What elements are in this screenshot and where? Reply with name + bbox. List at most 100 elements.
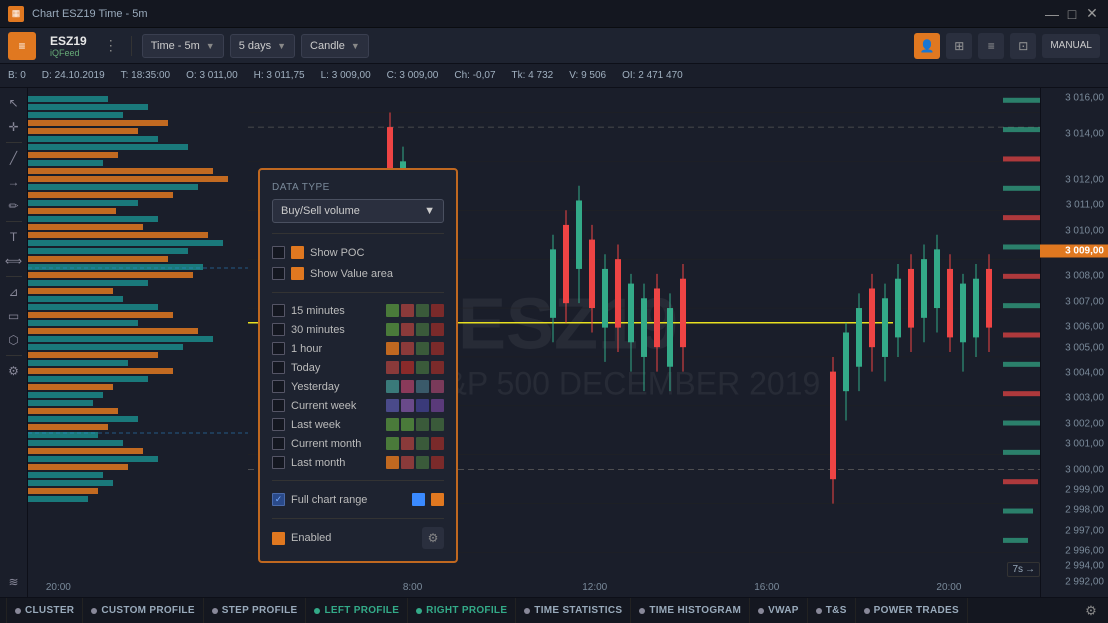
crosshair-tool[interactable]: ✛ [3,116,25,138]
right-profile-tab[interactable]: RIGHT PROFILE [408,598,516,623]
price-level: 2 994,00 [1065,561,1104,572]
dropdown-arrow-icon: ▼ [351,41,360,51]
pencil-tool[interactable]: ✏ [3,195,25,217]
price-level: 3 002,00 [1065,418,1104,429]
vwap-tab[interactable]: VWAP [750,598,808,623]
left-profile-label: LEFT PROFILE [324,605,399,616]
price-level: 3 010,00 [1065,225,1104,236]
value-area-color-swatch[interactable] [291,267,304,280]
text-tool[interactable]: T [3,226,25,248]
show-value-area-checkbox[interactable] [272,267,285,280]
last-month-row[interactable]: Last month [272,453,444,472]
rect-tool[interactable]: ▭ [3,305,25,327]
grid-button[interactable]: ⊞ [946,33,972,59]
time-histogram-label: TIME HISTOGRAM [649,605,741,616]
data-type-dropdown[interactable]: Buy/Sell volume ▼ [272,199,444,223]
oi-value: OI: 2 471 470 [622,70,683,81]
time-period-dropdown[interactable]: Time - 5m ▼ [142,34,224,58]
eraser-tool[interactable]: ⬡ [3,329,25,351]
zoom-tool[interactable]: ≋ [3,571,25,593]
enabled-color-swatch[interactable] [272,532,285,545]
layout-button[interactable]: ⊡ [1010,33,1036,59]
full-chart-label: Full chart range [291,494,406,506]
ch-value: Ch: -0,07 [454,70,495,81]
maximize-button[interactable]: □ [1064,6,1080,22]
right-profile-label: RIGHT PROFILE [426,605,507,616]
show-value-area-row[interactable]: Show Value area [272,263,444,284]
ray-tool[interactable]: → [3,171,25,193]
current-month-checkbox[interactable] [272,437,285,450]
current-month-row[interactable]: Current month [272,434,444,453]
30min-row[interactable]: 30 minutes [272,320,444,339]
line-tool[interactable]: ╱ [3,147,25,169]
o-value: O: 3 011,00 [186,70,238,81]
c-value: C: 3 009,00 [387,70,439,81]
last-week-checkbox[interactable] [272,418,285,431]
yesterday-checkbox[interactable] [272,380,285,393]
settings-tool[interactable]: ⚙ [3,360,25,382]
cluster-tab[interactable]: CLUSTER [6,598,83,623]
last-week-row[interactable]: Last week [272,415,444,434]
current-price-label: 3 009,00 [1040,244,1108,257]
d-value: D: 24.10.2019 [42,70,105,81]
dropdown-arrow-icon: ▼ [206,41,215,51]
step-profile-tab[interactable]: STEP PROFILE [204,598,307,623]
price-level: 3 008,00 [1065,271,1104,282]
full-chart-range-row[interactable]: ✓ Full chart range [272,489,444,510]
full-chart-color2[interactable] [431,493,444,506]
time-statistics-tab[interactable]: TIME STATISTICS [516,598,631,623]
price-level: 3 014,00 [1065,128,1104,139]
chart-mode-button[interactable]: 👤 [914,33,940,59]
app-icon: ▦ [8,6,24,22]
b-value: B: 0 [8,70,26,81]
ts-tab[interactable]: T&S [808,598,856,623]
data-type-popup: Data type Buy/Sell volume ▼ Show POC Sho… [258,168,458,563]
time-label: 20:00 [936,582,961,593]
v-value: V: 9 506 [569,70,606,81]
yesterday-row[interactable]: Yesterday [272,377,444,396]
settings-gear-button[interactable]: ⚙ [422,527,444,549]
measure-tool[interactable]: ⟺ [3,250,25,272]
time-histogram-tab[interactable]: TIME HISTOGRAM [631,598,750,623]
today-checkbox[interactable] [272,361,285,374]
full-chart-color1[interactable] [412,493,425,506]
time-histogram-dot [639,608,645,614]
fib-tool[interactable]: ⊿ [3,281,25,303]
chart-area[interactable]: ESZ19 E-MINI S&P 500 DECEMBER 2019 [28,88,1108,597]
range-dropdown[interactable]: 5 days ▼ [230,34,295,58]
ticker-menu-button[interactable]: ⋮ [101,36,121,56]
price-level: 3 016,00 [1065,93,1104,104]
bottom-settings-button[interactable]: ⚙ [1080,600,1102,622]
close-button[interactable]: ✕ [1084,6,1100,22]
30min-checkbox[interactable] [272,323,285,336]
price-level: 3 003,00 [1065,393,1104,404]
custom-profile-tab[interactable]: CUSTOM PROFILE [83,598,203,623]
15min-row[interactable]: 15 minutes [272,301,444,320]
price-level: 2 992,00 [1065,576,1104,587]
full-chart-checkbox[interactable]: ✓ [272,493,285,506]
15min-checkbox[interactable] [272,304,285,317]
show-value-area-label: Show Value area [310,268,444,280]
poc-color-swatch[interactable] [291,246,304,259]
title-bar: ▦ Chart ESZ19 Time - 5m — □ ✕ [0,0,1108,28]
left-profile-tab[interactable]: LEFT PROFILE [306,598,408,623]
time-label: 16:00 [754,582,779,593]
left-profile-dot [314,608,320,614]
last-month-checkbox[interactable] [272,456,285,469]
minimize-button[interactable]: — [1044,6,1060,22]
price-level: 3 006,00 [1065,322,1104,333]
show-poc-row[interactable]: Show POC [272,242,444,263]
1hour-checkbox[interactable] [272,342,285,355]
manual-label: MANUAL [1042,34,1100,58]
power-trades-tab[interactable]: POWER TRADES [856,598,968,623]
price-level: 3 005,00 [1065,342,1104,353]
today-row[interactable]: Today [272,358,444,377]
current-week-row[interactable]: Current week [272,396,444,415]
cursor-tool[interactable]: ↖ [3,92,25,114]
chart-type-dropdown[interactable]: Candle ▼ [301,34,369,58]
app-logo: ≡ [8,32,36,60]
current-week-checkbox[interactable] [272,399,285,412]
1hour-row[interactable]: 1 hour [272,339,444,358]
list-button[interactable]: ≡ [978,33,1004,59]
show-poc-checkbox[interactable] [272,246,285,259]
